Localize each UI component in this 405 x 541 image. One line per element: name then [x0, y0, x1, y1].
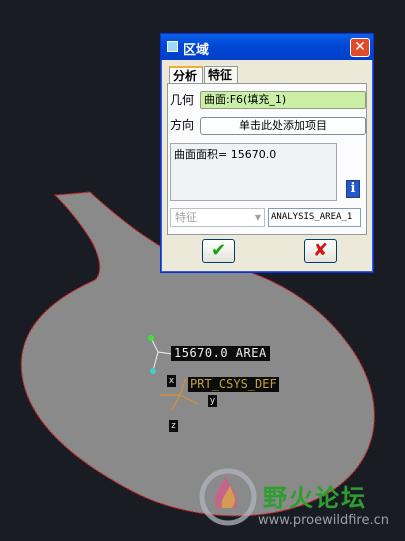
watermark-url: www.proewildfire.cn	[258, 513, 389, 528]
tab-analysis[interactable]: 分析	[169, 66, 203, 84]
watermark-brand: 野火论坛	[263, 484, 367, 512]
csys-label[interactable]: PRT_CSYS_DEF	[188, 377, 279, 392]
tab-feature[interactable]: 特征	[204, 66, 238, 84]
analysis-panel: 几何 曲面:F6(填充_1) 方向 单击此处添加项目 曲面面积= 15670.0…	[167, 83, 367, 235]
area-analysis-dialog: 区域 ✕ 分析 特征 几何 曲面:F6(填充_1) 方向 单击此处添加项目 曲面…	[160, 33, 374, 273]
dialog-titlebar[interactable]: 区域 ✕	[161, 34, 373, 60]
analysis-name-input[interactable]: ANALYSIS_AREA_1	[268, 208, 361, 227]
direction-label: 方向	[170, 118, 195, 132]
axis-y-tag: y	[208, 395, 217, 407]
ok-button[interactable]: ✔	[202, 239, 235, 263]
axis-x-tag: x	[167, 375, 176, 387]
direction-collector-button[interactable]: 单击此处添加项目	[200, 117, 366, 135]
geometry-collector[interactable]: 曲面:F6(填充_1)	[200, 91, 366, 109]
feature-select-value: 特征	[175, 211, 197, 224]
result-display: 曲面面积= 15670.0	[170, 143, 337, 201]
cancel-button[interactable]: ✘	[304, 239, 337, 263]
dialog-title: 区域	[183, 43, 210, 58]
axis-z-tag: z	[169, 420, 178, 432]
feature-type-select[interactable]: 特征 ▼	[170, 208, 265, 227]
geometry-label: 几何	[170, 93, 195, 107]
window-icon	[167, 41, 178, 52]
close-button[interactable]: ✕	[350, 38, 370, 57]
chevron-down-icon: ▼	[254, 213, 261, 222]
area-annotation[interactable]: 15670.0 AREA	[171, 346, 270, 361]
info-icon[interactable]: i	[346, 180, 360, 198]
